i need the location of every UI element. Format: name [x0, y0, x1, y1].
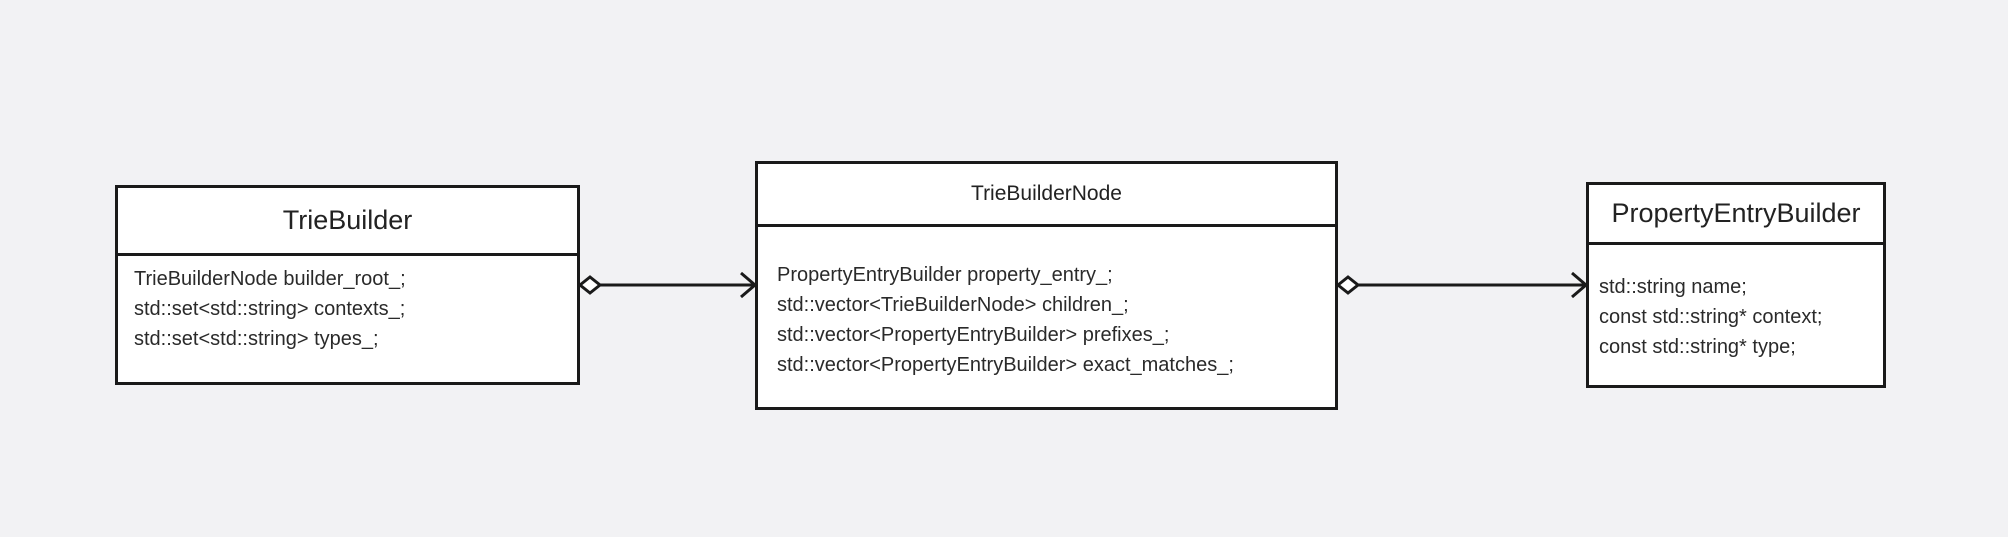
- aggregation-diamond-icon: [1335, 275, 1361, 295]
- class-name: TrieBuilder: [118, 188, 577, 256]
- class-attributes: PropertyEntryBuilder property_entry_; st…: [758, 227, 1335, 413]
- class-attribute: std::set<std::string> types_;: [134, 328, 379, 350]
- class-attribute: std::set<std::string> contexts_;: [134, 298, 406, 320]
- class-attribute: std::string name;: [1599, 276, 1747, 298]
- class-box-triebuildernode[interactable]: TrieBuilderNode PropertyEntryBuilder pro…: [755, 161, 1338, 410]
- class-attributes: std::string name; const std::string* con…: [1589, 245, 1883, 389]
- class-attribute: std::vector<PropertyEntryBuilder> exact_…: [777, 354, 1234, 376]
- class-box-triebuilder[interactable]: TrieBuilder TrieBuilderNode builder_root…: [115, 185, 580, 385]
- relation-triebuildernode-to-propertyentrybuilder: [1335, 271, 1589, 299]
- class-attribute: PropertyEntryBuilder property_entry_;: [777, 264, 1113, 286]
- class-attribute: const std::string* context;: [1599, 306, 1823, 328]
- class-box-propertyentrybuilder[interactable]: PropertyEntryBuilder std::string name; c…: [1586, 182, 1886, 388]
- class-attribute: const std::string* type;: [1599, 336, 1796, 358]
- class-attribute: std::vector<TrieBuilderNode> children_;: [777, 294, 1129, 316]
- class-attribute: TrieBuilderNode builder_root_;: [134, 268, 406, 290]
- relation-triebuilder-to-triebuildernode: [577, 271, 758, 299]
- aggregation-diamond-icon: [577, 275, 603, 295]
- class-attributes: TrieBuilderNode builder_root_; std::set<…: [118, 256, 577, 362]
- class-name: PropertyEntryBuilder: [1589, 185, 1883, 245]
- class-attribute: std::vector<PropertyEntryBuilder> prefix…: [777, 324, 1170, 346]
- class-name: TrieBuilderNode: [758, 164, 1335, 227]
